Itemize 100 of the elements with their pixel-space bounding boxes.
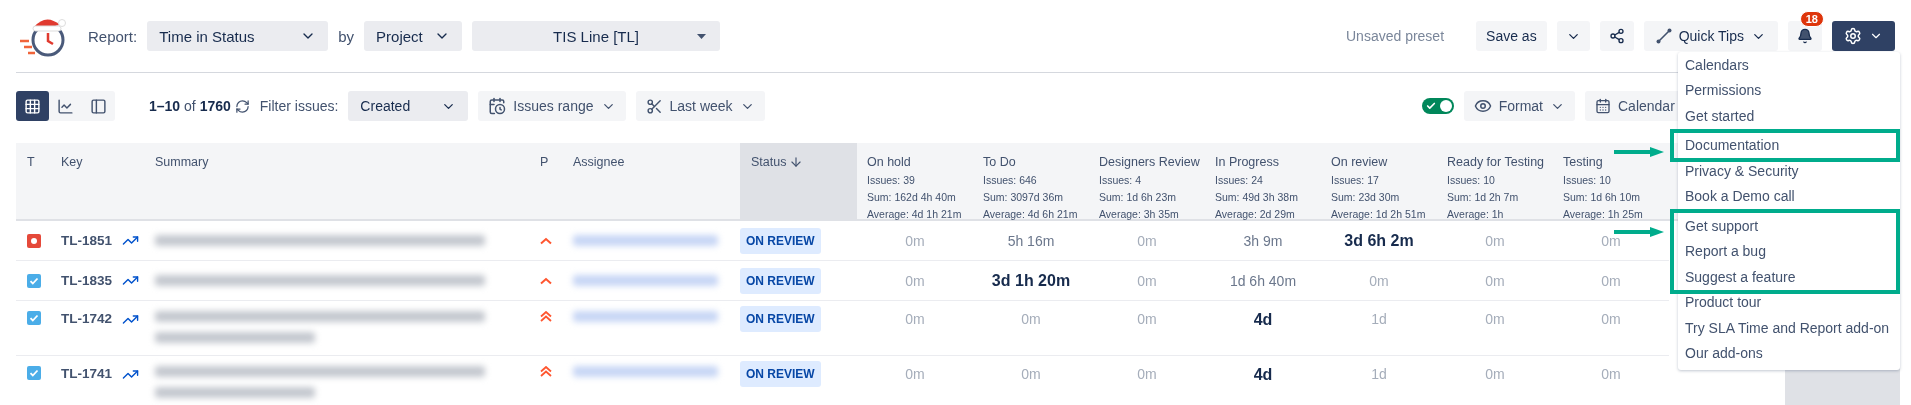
- column-header[interactable]: Summary: [155, 155, 209, 169]
- time-sum: Sum: 49d 3h 38m: [1215, 191, 1299, 203]
- menu-item[interactable]: Product tour: [1678, 289, 1900, 315]
- column-header[interactable]: Assignee: [573, 155, 625, 169]
- issue-count: Issues: 10: [1447, 174, 1496, 186]
- issue-count: Issues: 4: [1099, 174, 1143, 186]
- time-value: 0m: [1021, 366, 1041, 382]
- filter-select[interactable]: Created: [348, 91, 469, 121]
- column-header[interactable]: T: [27, 155, 35, 169]
- share-icon: [1608, 28, 1625, 44]
- column-header[interactable]: Status: [751, 155, 804, 169]
- menu-item[interactable]: Permissions: [1678, 77, 1900, 103]
- time-average: Average: 1h: [1447, 208, 1505, 220]
- column-header[interactable]: Designers Review: [1099, 155, 1200, 169]
- column-header[interactable]: Key: [61, 155, 83, 169]
- issue-key[interactable]: TL-1851: [61, 233, 113, 248]
- refresh-icon[interactable]: [234, 98, 250, 114]
- time-average: Average: 2d 29m: [1215, 208, 1296, 220]
- time-average: Average: 4d 1h 21m: [867, 208, 963, 220]
- time-value: 0m: [1137, 232, 1157, 249]
- menu-item[interactable]: Report a bug: [1678, 238, 1896, 264]
- status-lozenge: ON REVIEW: [740, 227, 821, 254]
- period-button[interactable]: Last week: [635, 91, 765, 121]
- menu-item[interactable]: Privacy & Security: [1678, 158, 1900, 184]
- time-value: 0m: [1021, 311, 1041, 327]
- column-header[interactable]: Ready for Testing: [1447, 155, 1545, 169]
- menu-item[interactable]: Get started: [1678, 103, 1900, 129]
- status-lozenge: ON REVIEW: [740, 267, 821, 294]
- status-lozenge: ON REVIEW: [740, 306, 821, 332]
- filter-label: Filter issues:: [259, 98, 339, 114]
- pointer-arrow: [1614, 146, 1664, 157]
- report-label: Report:: [88, 27, 138, 45]
- issue-count: Issues: 10: [1563, 174, 1612, 186]
- time-value: 0m: [1485, 366, 1505, 382]
- issue-count: Issues: 24: [1215, 174, 1264, 186]
- menu-item[interactable]: Our add-ons: [1678, 340, 1900, 366]
- time-average: Average: 1h 25m: [1563, 208, 1644, 220]
- issues-range-button[interactable]: Issues range: [478, 91, 626, 121]
- settings-icon: [1844, 27, 1862, 45]
- report-select[interactable]: Time in Status: [147, 21, 329, 51]
- issue-key[interactable]: TL-1742: [61, 311, 113, 326]
- time-value: 1d 6h 40m: [1229, 272, 1297, 289]
- column-header[interactable]: To Do: [983, 155, 1016, 169]
- pointer-arrow: [1614, 227, 1664, 237]
- menu-item[interactable]: Suggest a feature: [1678, 264, 1896, 290]
- time-sum: Sum: 1d 2h 7m: [1447, 191, 1520, 203]
- group-by-select[interactable]: Project: [364, 21, 463, 51]
- column-header[interactable]: In Progress: [1215, 155, 1279, 169]
- menu-item[interactable]: Calendars: [1678, 52, 1900, 78]
- issue-key[interactable]: TL-1835: [61, 273, 113, 288]
- eye-icon: [1473, 97, 1492, 115]
- preset-status: Unsaved preset: [1346, 28, 1445, 44]
- menu-item[interactable]: Try SLA Time and Report add-on: [1678, 315, 1900, 341]
- notifications-button[interactable]: [1788, 21, 1822, 51]
- time-value: 1d: [1371, 366, 1387, 382]
- menu-item[interactable]: Get support: [1678, 213, 1896, 239]
- scope-select[interactable]: TIS Line [TL]: [472, 21, 721, 51]
- time-value: 1d: [1371, 311, 1387, 327]
- time-value: 0m: [1369, 272, 1389, 289]
- issue-key[interactable]: TL-1741: [61, 366, 113, 381]
- time-value: 0m: [905, 272, 925, 289]
- toggle-switch[interactable]: [1421, 98, 1454, 114]
- column-header[interactable]: Testing: [1563, 155, 1603, 169]
- time-value: 4d: [1253, 366, 1273, 384]
- time-value: 0m: [1601, 366, 1621, 382]
- time-value: 0m: [905, 366, 925, 382]
- column-header[interactable]: On hold: [867, 155, 911, 169]
- time-value: 3d 1h 20m: [991, 271, 1071, 290]
- calendar-clock-icon: [488, 97, 507, 115]
- by-label: by: [338, 27, 355, 45]
- share-button[interactable]: [1599, 21, 1634, 51]
- column-header[interactable]: On review: [1331, 155, 1388, 169]
- quick-tips-button[interactable]: Quick Tips: [1643, 21, 1778, 51]
- settings-button[interactable]: [1832, 21, 1895, 51]
- issue-count: Issues: 39: [867, 174, 916, 186]
- time-value: 0m: [1485, 311, 1505, 327]
- notification-count: 18: [1799, 11, 1824, 27]
- time-value: 0m: [1485, 272, 1505, 289]
- time-sum: Sum: 1d 6h 10m: [1563, 191, 1642, 203]
- menu-item[interactable]: Book a Demo call: [1678, 183, 1900, 209]
- time-average: Average: 3h 35m: [1099, 208, 1180, 220]
- time-sum: Sum: 23d 30m: [1331, 191, 1401, 203]
- column-header[interactable]: P: [540, 155, 549, 169]
- time-value: 0m: [1137, 311, 1157, 327]
- time-sum: Sum: 162d 4h 40m: [867, 191, 957, 203]
- issue-count: Issues: 646: [983, 174, 1038, 186]
- time-value: 0m: [1601, 311, 1621, 327]
- time-value: 3h 9m: [1243, 232, 1283, 249]
- time-value: 0m: [1601, 232, 1621, 249]
- time-value: 0m: [905, 311, 925, 327]
- calendar-icon: [1595, 98, 1611, 114]
- route-icon: [1655, 28, 1672, 44]
- save-as-button[interactable]: Save as: [1476, 21, 1547, 51]
- check-icon: [1425, 101, 1436, 111]
- menu-item[interactable]: Documentation: [1678, 132, 1896, 158]
- time-value: 0m: [1485, 232, 1505, 249]
- chart-icon: [57, 97, 74, 115]
- format-button[interactable]: Format: [1463, 91, 1575, 121]
- view-mode-tab[interactable]: [16, 91, 49, 121]
- time-value: 0m: [1137, 272, 1157, 289]
